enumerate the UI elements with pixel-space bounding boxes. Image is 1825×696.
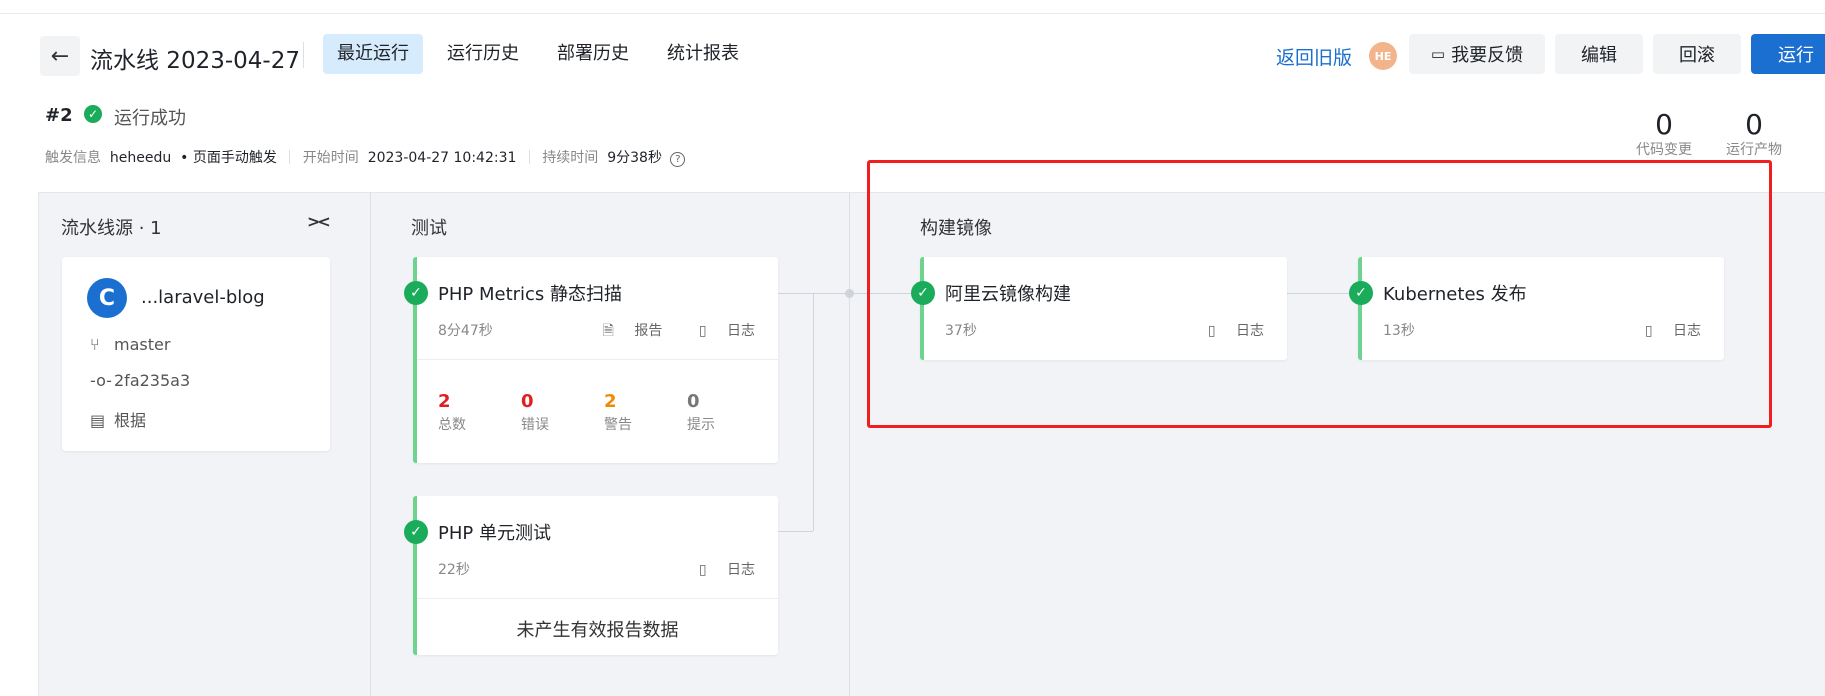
stat-label: 运行产物 — [1726, 142, 1782, 158]
repo-logo-icon: C — [87, 278, 127, 318]
stage-title-source: 流水线源 · 1 — [61, 218, 162, 239]
no-report-text: 未产生有效报告数据 — [516, 620, 679, 641]
metric-value: 2 — [604, 391, 617, 412]
feedback-button[interactable]: ▭ 我要反馈 — [1409, 34, 1545, 74]
feedback-label: 我要反馈 — [1451, 45, 1524, 66]
duration-value: 9分38秒 — [607, 150, 662, 166]
card-divider — [417, 359, 778, 360]
highlight-annotation-box — [867, 160, 1772, 428]
collapse-icon[interactable]: >< — [307, 212, 331, 231]
stage-separator — [370, 192, 371, 696]
card-divider — [417, 598, 778, 599]
start-key: 开始时间 — [302, 150, 359, 166]
arrow-left-icon: ← — [50, 43, 70, 69]
metric-errors: 0 错误 — [521, 391, 549, 434]
back-button[interactable]: ← — [40, 36, 80, 76]
branch-icon: ⑂ — [90, 335, 100, 354]
job-card-php-unit-test[interactable]: ✓ PHP 单元测试 22秒 ▯ 日志 未产生有效报告数据 — [404, 496, 778, 655]
metric-hints: 0 提示 — [687, 391, 715, 434]
log-icon: ▯ — [698, 562, 707, 578]
stat-label: 代码变更 — [1636, 142, 1692, 158]
repo-name[interactable]: ...laravel-blog — [141, 287, 265, 308]
tab-statistics[interactable]: 统计报表 — [653, 34, 753, 74]
job-actions: 🗎 报告 ▯ 日志 — [571, 320, 755, 344]
connector-node — [845, 289, 854, 298]
success-check-icon: ✓ — [404, 281, 428, 305]
job-card-php-metrics[interactable]: ✓ PHP Metrics 静态扫描 8分47秒 🗎 报告 ▯ 日志 2 总数 … — [404, 257, 778, 463]
metric-label: 提示 — [687, 417, 715, 433]
rollback-button[interactable]: 回滚 — [1653, 34, 1741, 74]
metric-total: 2 总数 — [438, 391, 466, 434]
metric-value: 0 — [521, 391, 534, 412]
trigger-method: • 页面手动触发 — [180, 150, 277, 166]
top-divider — [0, 0, 1825, 14]
run-number: #2 — [45, 105, 73, 126]
job-actions: ▯ 日志 — [667, 559, 755, 579]
duration-key: 持续时间 — [542, 150, 599, 166]
success-check-icon: ✓ — [404, 520, 428, 544]
tab-deploy-history[interactable]: 部署历史 — [543, 34, 643, 74]
trigger-user[interactable]: heheedu — [110, 150, 171, 166]
page-header: ← 流水线 2023-04-27 最近运行 运行历史 部署历史 统计报表 返回旧… — [0, 30, 1825, 78]
commit-row: -o- 2fa235a3 — [90, 371, 190, 390]
job-duration: 8分47秒 — [438, 323, 493, 339]
metric-label: 总数 — [438, 417, 466, 433]
stat-value: 0 — [1745, 108, 1763, 141]
basis-label: 根据 — [114, 411, 147, 430]
help-icon[interactable]: ? — [670, 152, 686, 167]
job-name: PHP 单元测试 — [438, 523, 551, 544]
stage-title-test: 测试 — [411, 218, 447, 239]
stat-code-changes[interactable]: 0 代码变更 — [1636, 108, 1692, 159]
branch-row: ⑂ master — [90, 335, 170, 354]
metric-value: 0 — [687, 391, 700, 412]
connector — [778, 531, 813, 532]
run-status: 运行成功 — [114, 108, 186, 129]
report-link[interactable]: 🗎 报告 — [587, 323, 663, 339]
comment-icon: ▭ — [1430, 45, 1446, 63]
log-link[interactable]: ▯ 日志 — [683, 562, 755, 578]
page-title: 流水线 2023-04-27 — [90, 48, 300, 74]
tab-run-history[interactable]: 运行历史 — [433, 34, 533, 74]
commit-hash[interactable]: 2fa235a3 — [114, 371, 190, 390]
avatar[interactable]: HE — [1369, 42, 1397, 70]
job-duration: 22秒 — [438, 562, 470, 578]
trigger-key: 触发信息 — [45, 150, 101, 166]
metric-label: 错误 — [521, 417, 549, 433]
source-card[interactable]: C ...laravel-blog ⑂ master -o- 2fa235a3 ▤ 根… — [62, 257, 330, 451]
tab-recent-run[interactable]: 最近运行 — [323, 34, 423, 74]
report-icon: 🗎 — [602, 323, 614, 339]
commit-icon: -o- — [90, 371, 112, 390]
stage-separator — [849, 192, 850, 696]
stat-artifacts[interactable]: 0 运行产物 — [1726, 108, 1782, 159]
start-time: 2023-04-27 10:42:31 — [367, 150, 517, 166]
log-icon: ▯ — [698, 323, 707, 339]
branch-name: master — [114, 335, 171, 354]
run-meta: 触发信息 heheedu • 页面手动触发 开始时间 2023-04-27 10… — [45, 147, 686, 167]
success-check-icon: ✓ — [84, 105, 102, 123]
connector — [813, 293, 814, 531]
title-separator — [303, 42, 304, 68]
stat-value: 0 — [1655, 108, 1673, 141]
log-link[interactable]: ▯ 日志 — [683, 323, 755, 339]
edit-button[interactable]: 编辑 — [1555, 34, 1643, 74]
metric-value: 2 — [438, 391, 451, 412]
run-button[interactable]: 运行 — [1751, 34, 1825, 74]
basis-row: ▤ 根据 — [90, 407, 146, 431]
metric-warnings: 2 警告 — [604, 391, 632, 434]
document-icon: ▤ — [90, 411, 106, 430]
job-name: PHP Metrics 静态扫描 — [438, 284, 623, 305]
back-old-version-link[interactable]: 返回旧版 — [1276, 43, 1352, 70]
metric-label: 警告 — [604, 417, 632, 433]
